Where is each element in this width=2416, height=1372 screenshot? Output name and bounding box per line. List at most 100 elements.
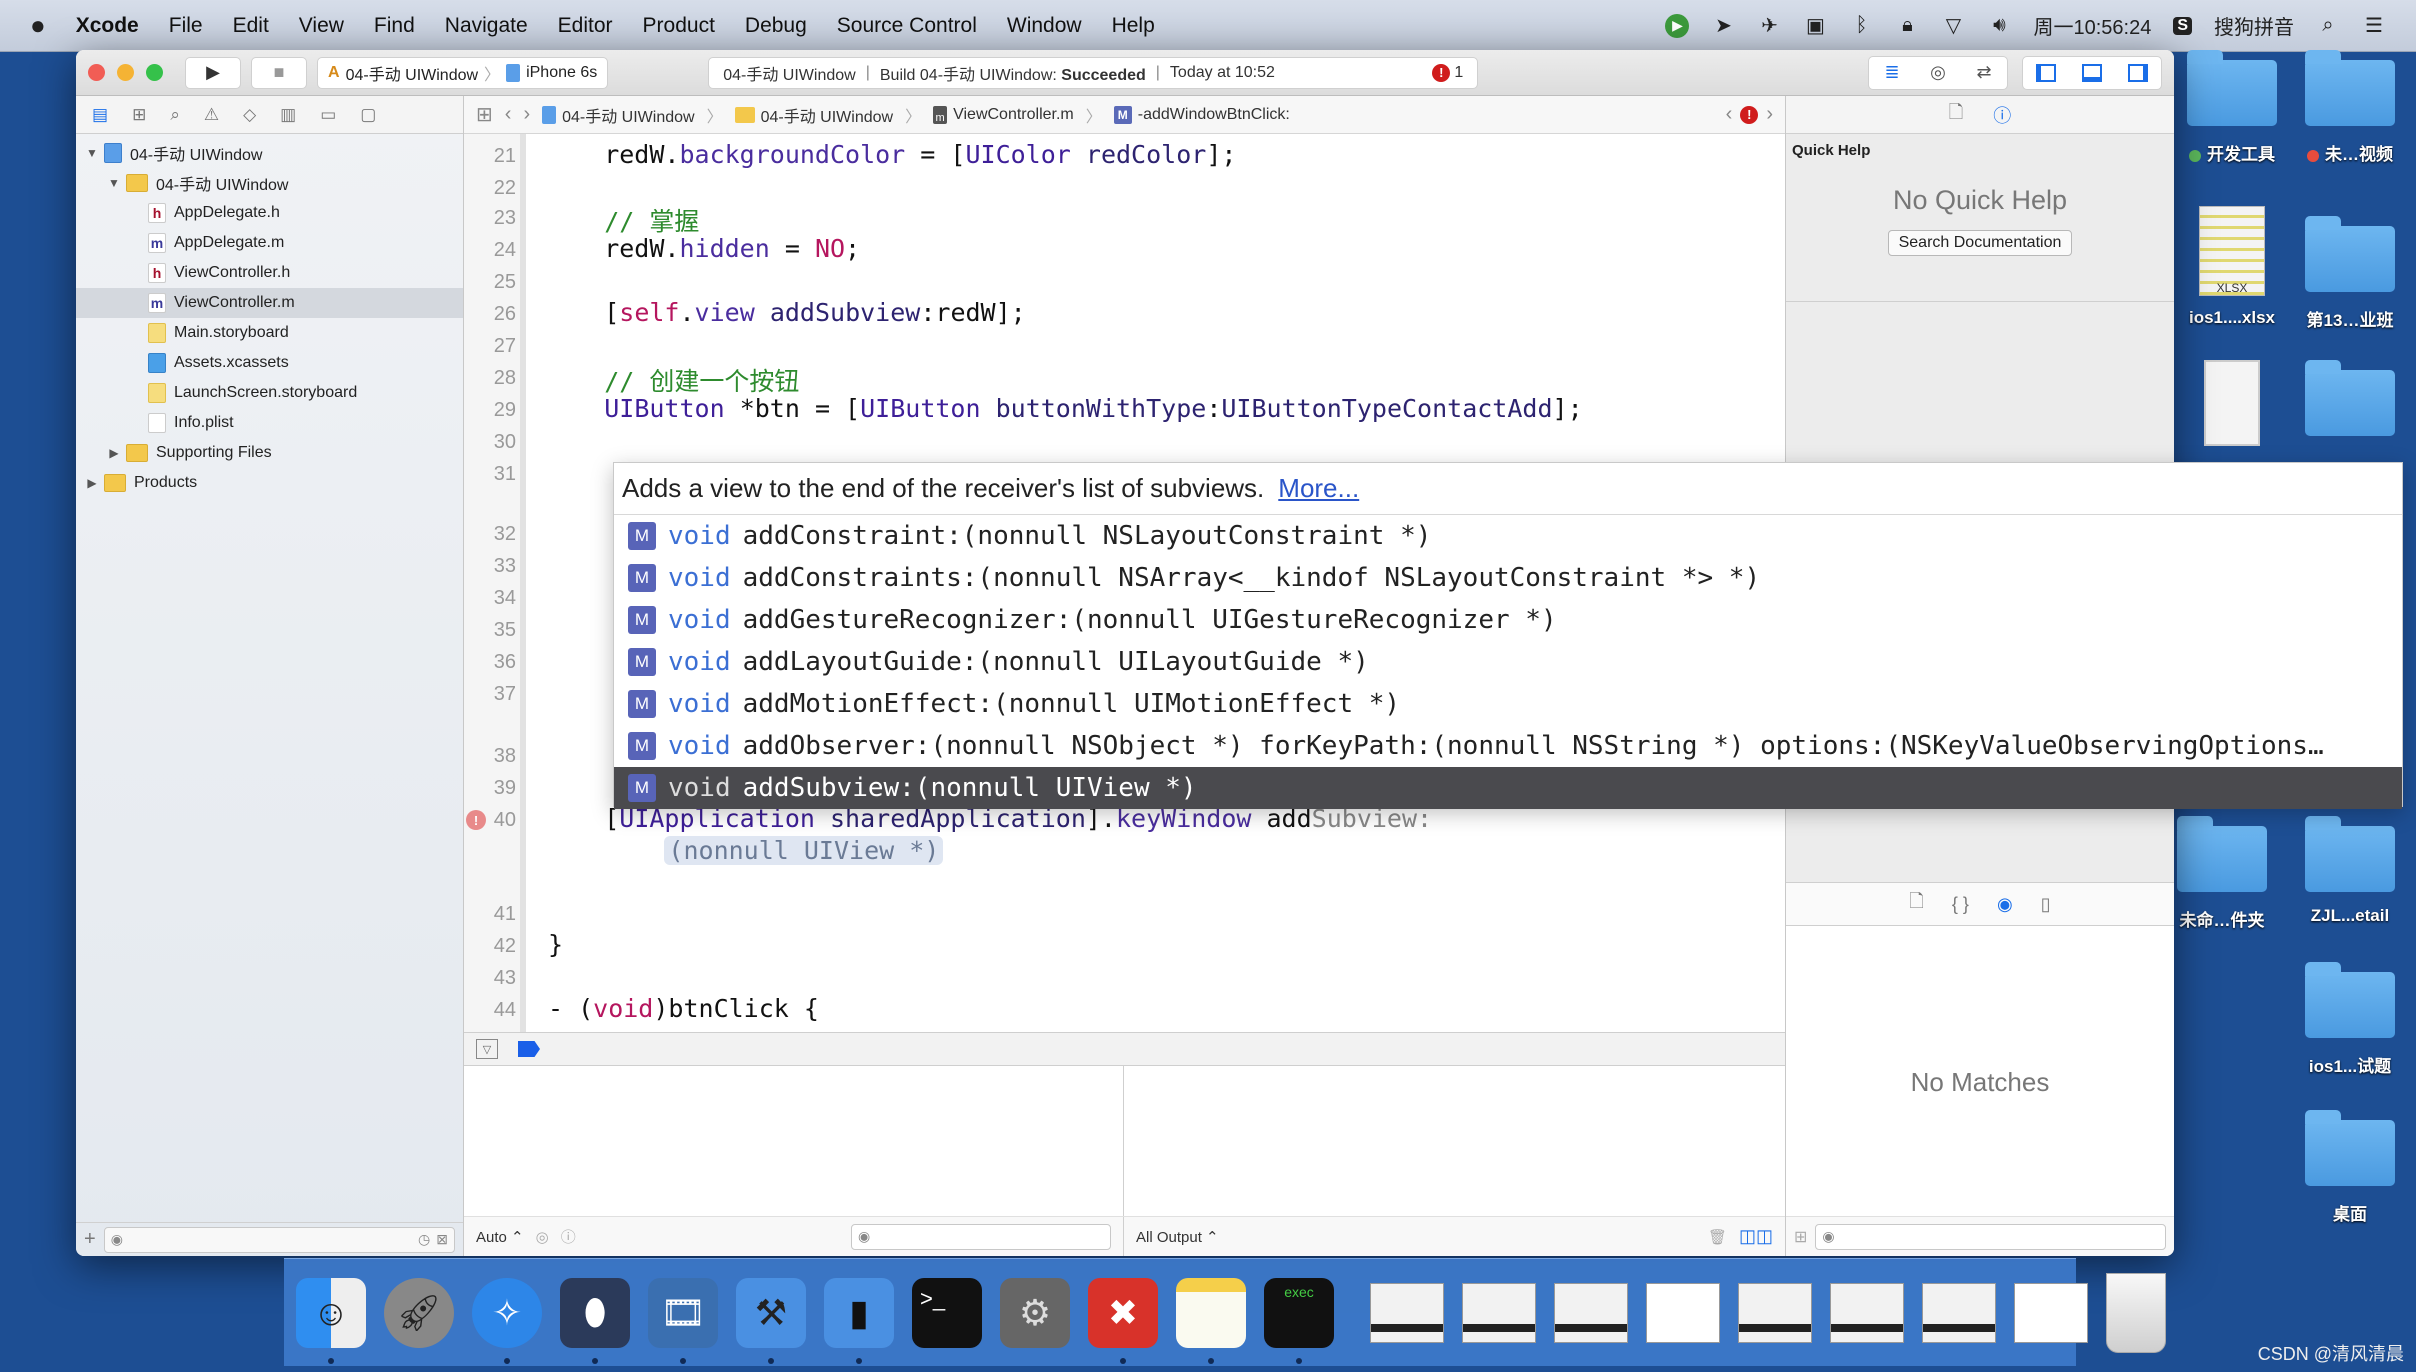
- back-button[interactable]: ‹: [505, 103, 512, 126]
- line-number[interactable]: 27: [464, 335, 522, 358]
- dock-minimized-window[interactable]: [1646, 1282, 1720, 1343]
- file-tree-item[interactable]: h AppDelegate.h: [76, 198, 463, 228]
- stop-button[interactable]: ■: [251, 56, 307, 89]
- line-number[interactable]: 34: [464, 587, 522, 610]
- disclosure-open-icon[interactable]: ▼: [106, 176, 122, 190]
- error-icon[interactable]: !: [1740, 105, 1759, 124]
- debug-toggle-icon[interactable]: [2069, 57, 2115, 89]
- standard-editor-icon[interactable]: ≣: [1869, 57, 1915, 89]
- completion-item[interactable]: Mvoid addGestureRecognizer:(nonnull UIGes…: [614, 599, 2402, 641]
- apple-menu-icon[interactable]: ●: [30, 10, 46, 41]
- menu-window[interactable]: Window: [1007, 14, 1082, 38]
- lock-icon[interactable]: 🔒︎: [1895, 14, 1919, 38]
- disclosure-closed-icon[interactable]: ▶: [84, 476, 100, 490]
- split-view-icon[interactable]: ◫◫: [1739, 1226, 1773, 1247]
- file-tree-item[interactable]: LaunchScreen.storyboard: [76, 378, 463, 408]
- file-inspector-icon[interactable]: 🗋: [1949, 100, 1963, 130]
- breadcrumb-project[interactable]: 04-手动 UIWindow: [542, 103, 695, 127]
- test-icon[interactable]: ◇: [243, 105, 256, 125]
- dock-minimized-window[interactable]: [1462, 1282, 1536, 1343]
- dock-console[interactable]: exec: [1264, 1277, 1334, 1364]
- dock-safari[interactable]: ✧: [472, 1277, 542, 1364]
- menu-editor[interactable]: Editor: [558, 14, 613, 38]
- menu-xcode[interactable]: Xcode: [76, 14, 139, 38]
- dock-minimized-window[interactable]: [1830, 1282, 1904, 1343]
- error-marker-icon[interactable]: !: [466, 810, 486, 830]
- file-tree-item[interactable]: ▶ Products: [76, 468, 463, 498]
- line-number[interactable]: 42: [464, 935, 522, 958]
- report-icon[interactable]: ▢: [360, 105, 376, 125]
- code-snippet-library-icon[interactable]: { }: [1952, 894, 1969, 915]
- dock-finder[interactable]: ☺: [296, 1277, 366, 1364]
- dock-xmind[interactable]: ✖: [1088, 1277, 1158, 1364]
- line-number[interactable]: 23: [464, 207, 522, 230]
- warning-icon[interactable]: ⚠: [204, 105, 219, 125]
- argument-placeholder[interactable]: (nonnull UIView *): [664, 836, 944, 865]
- variables-scope-select[interactable]: Auto ⌃: [476, 1228, 524, 1246]
- dock-minimized-window[interactable]: [2014, 1282, 2088, 1343]
- breadcrumb-group[interactable]: 04-手动 UIWindow: [734, 103, 893, 127]
- app-status-icon[interactable]: ▶: [1665, 13, 1690, 38]
- file-template-library-icon[interactable]: 🗋: [1909, 889, 1923, 919]
- run-button[interactable]: ▶: [185, 56, 241, 89]
- ime-label[interactable]: 搜狗拼音: [2214, 11, 2294, 40]
- breadcrumb-method[interactable]: M -addWindowBtnClick:: [1113, 105, 1290, 124]
- dock-photo-slideshow[interactable]: 🎞︎: [648, 1277, 718, 1364]
- menu-view[interactable]: View: [299, 14, 344, 38]
- file-tree-item[interactable]: ▼ 04-手动 UIWindow: [76, 168, 463, 198]
- menu-file[interactable]: File: [169, 14, 203, 38]
- search-icon[interactable]: ⌕: [170, 105, 180, 125]
- menu-product[interactable]: Product: [643, 14, 715, 38]
- line-number[interactable]: 43: [464, 967, 522, 990]
- assistant-editor-icon[interactable]: ◎: [1915, 57, 1961, 89]
- debug-icon[interactable]: ▥: [280, 105, 296, 125]
- line-number[interactable]: 44: [464, 999, 522, 1022]
- utilities-toggle-icon[interactable]: [2115, 57, 2161, 89]
- desktop-item[interactable]: ZJL...etail: [2290, 816, 2410, 926]
- menu-debug[interactable]: Debug: [745, 14, 807, 38]
- zoom-window-button[interactable]: [146, 64, 163, 81]
- completion-item[interactable]: Mvoid addConstraints:(nonnull NSArray<__k…: [614, 557, 2402, 599]
- related-items-icon[interactable]: ⊞: [476, 102, 493, 127]
- variables-filter-input[interactable]: ◉: [851, 1223, 1111, 1250]
- line-number[interactable]: 32: [464, 523, 522, 546]
- completion-item[interactable]: Mvoid addSubview:(nonnull UIView *): [614, 767, 2402, 809]
- trash-icon[interactable]: [2106, 1272, 2166, 1353]
- desktop-item[interactable]: [2172, 360, 2292, 446]
- grid-view-icon[interactable]: ⊞: [1794, 1227, 1807, 1247]
- scheme-device[interactable]: iPhone 6s: [526, 64, 597, 82]
- library-filter-input[interactable]: ◉: [1815, 1223, 2166, 1250]
- location-icon[interactable]: ➤: [1711, 14, 1735, 38]
- dock-mouse-app[interactable]: ⬮: [560, 1277, 630, 1364]
- line-number[interactable]: 45: [464, 1031, 522, 1033]
- menu-edit[interactable]: Edit: [233, 14, 269, 38]
- code-line-44[interactable]: - (void)btnClick {: [548, 994, 819, 1023]
- line-number[interactable]: 30: [464, 431, 522, 454]
- completion-item[interactable]: Mvoid addObserver:(nonnull NSObject *) fo…: [614, 725, 2402, 767]
- menu-help[interactable]: Help: [1112, 14, 1155, 38]
- dock-xcode[interactable]: ⚒: [736, 1277, 806, 1364]
- dock-minimized-window[interactable]: [1738, 1282, 1812, 1343]
- desktop-item[interactable]: 桌面: [2290, 1110, 2410, 1225]
- file-tree-item[interactable]: Main.storyboard: [76, 318, 463, 348]
- dock-minimized-window[interactable]: [1554, 1282, 1628, 1343]
- version-editor-icon[interactable]: ⇄: [1961, 57, 2007, 89]
- info-icon[interactable]: ⓘ: [561, 1226, 576, 1247]
- code-line-28[interactable]: // 创建一个按钮: [544, 362, 799, 398]
- quick-help-icon[interactable]: ⓘ: [1993, 102, 2011, 128]
- completion-item[interactable]: Mvoid addConstraint:(nonnull NSLayoutCons…: [614, 515, 2402, 557]
- scheme-target[interactable]: 04-手动 UIWindow: [346, 61, 478, 85]
- line-number[interactable]: 24: [464, 239, 522, 262]
- next-issue-button[interactable]: ›: [1766, 103, 1773, 126]
- code-line-24[interactable]: redW.hidden = NO;: [544, 234, 860, 263]
- bluetooth-icon[interactable]: ᛒ: [1849, 14, 1873, 38]
- symbol-icon[interactable]: ⊞: [132, 105, 146, 125]
- recent-files-icon[interactable]: ◷: [418, 1231, 430, 1248]
- line-number[interactable]: 37: [464, 683, 522, 706]
- airplane-icon[interactable]: ✈: [1757, 14, 1781, 38]
- line-number[interactable]: 25: [464, 271, 522, 294]
- wifi-icon[interactable]: ▽: [1941, 14, 1965, 38]
- menu-source-control[interactable]: Source Control: [837, 14, 977, 38]
- variables-view[interactable]: [464, 1066, 1124, 1216]
- desktop-item[interactable]: 开发工具: [2172, 50, 2292, 165]
